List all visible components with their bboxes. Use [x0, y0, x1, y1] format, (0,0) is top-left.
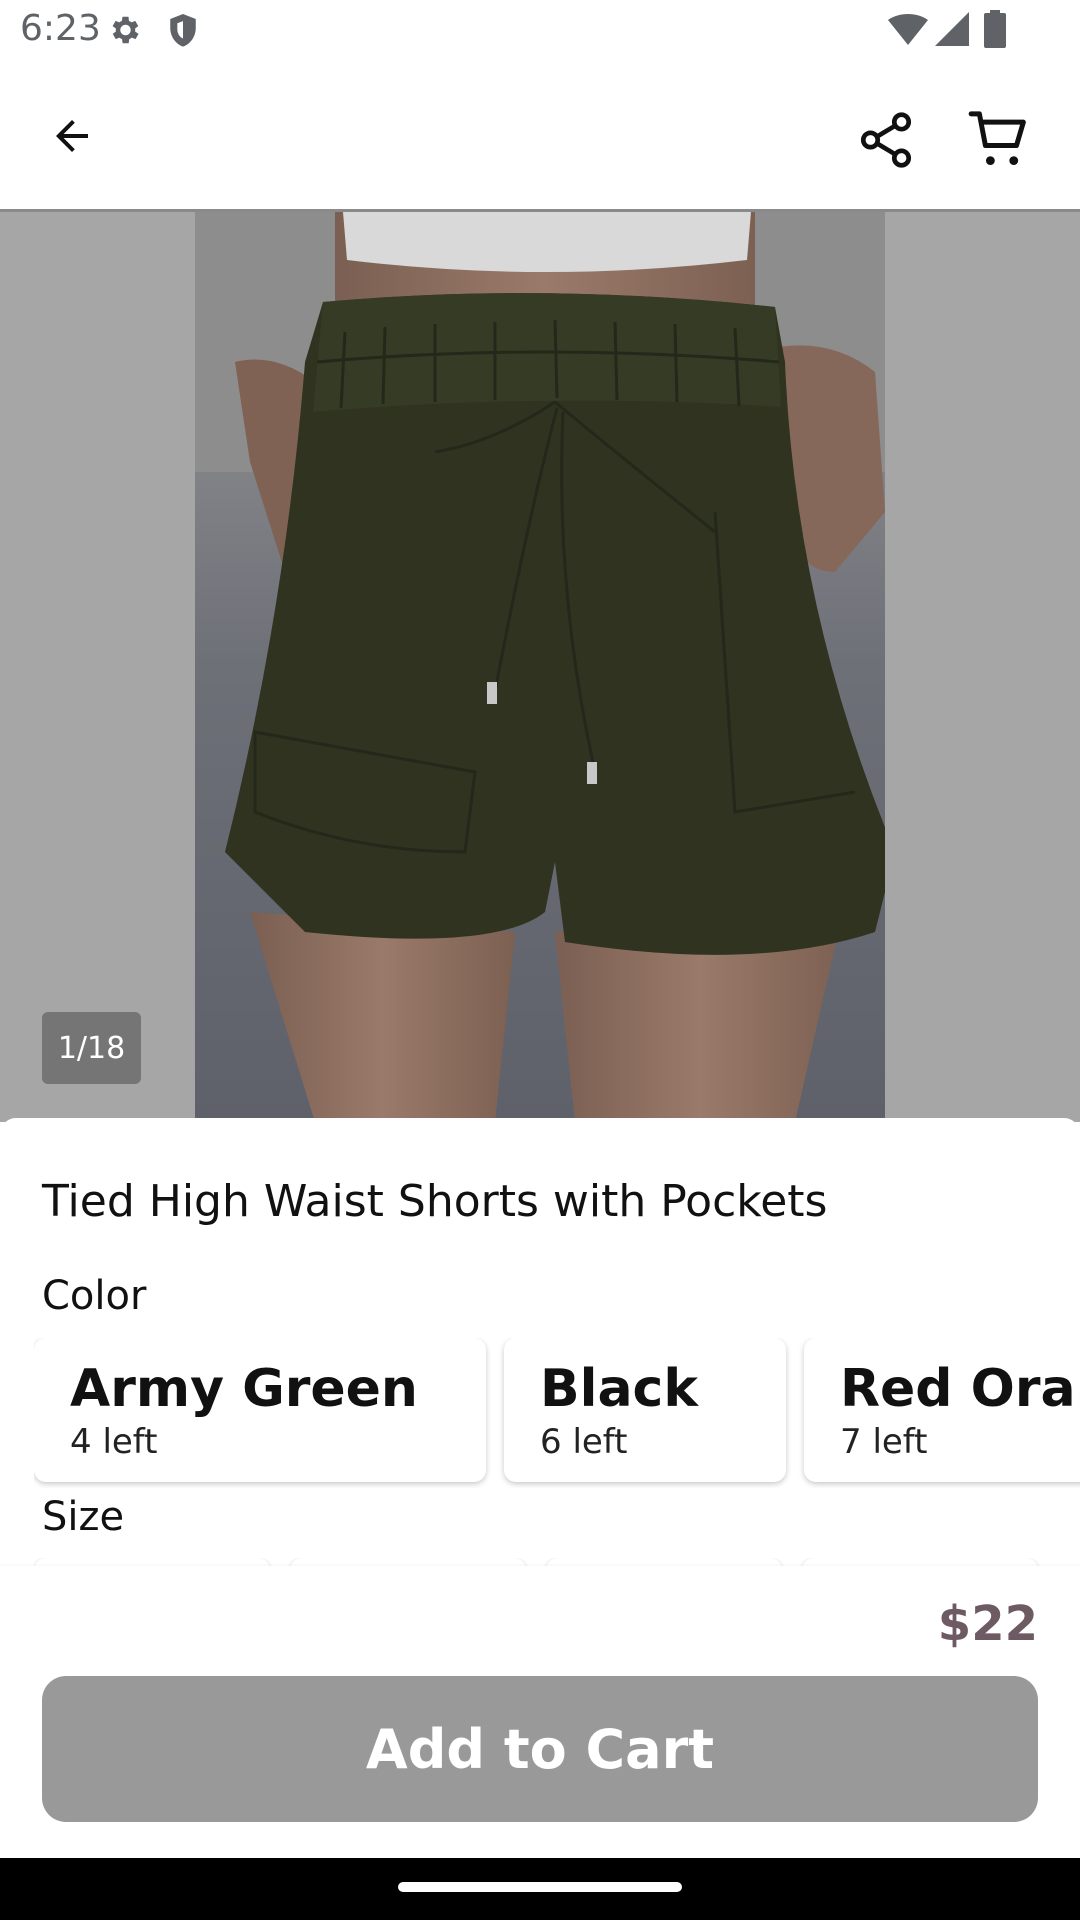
back-button[interactable]	[36, 100, 108, 172]
battery-icon	[984, 10, 1006, 52]
shopping-cart-icon	[968, 111, 1026, 166]
image-counter: 1/18	[42, 1012, 141, 1084]
add-to-cart-button[interactable]: Add to Cart	[42, 1676, 1038, 1822]
color-options: Army Green 4 left Black 6 left Red Orang…	[34, 1338, 1080, 1488]
cart-button[interactable]	[958, 98, 1042, 182]
product-detail-screen: 6:23 1/18 Tied High Waist Shorts with Po…	[0, 0, 1080, 1920]
size-label: Size	[42, 1494, 125, 1540]
product-photo	[195, 212, 885, 1122]
back-arrow-icon	[56, 120, 88, 152]
color-label: Color	[42, 1273, 147, 1319]
product-title: Tied High Waist Shorts with Pockets	[42, 1176, 828, 1227]
shield-icon	[166, 12, 200, 54]
color-option-black[interactable]: Black 6 left	[504, 1338, 786, 1482]
color-stock: 4 left	[70, 1422, 158, 1462]
color-name: Black	[540, 1359, 698, 1419]
top-app-bar	[0, 62, 1080, 210]
status-time: 6:23	[20, 8, 101, 49]
cell-signal-icon	[935, 12, 969, 50]
home-gesture-handle[interactable]	[398, 1882, 682, 1892]
color-name: Army Green	[70, 1359, 418, 1419]
color-name: Red Orange	[840, 1359, 1080, 1419]
wifi-icon	[888, 14, 928, 50]
color-option-army-green[interactable]: Army Green 4 left	[34, 1338, 486, 1482]
color-stock: 6 left	[540, 1422, 628, 1462]
color-stock: 7 left	[840, 1422, 928, 1462]
color-option-red-orange[interactable]: Red Orange 7 left	[804, 1338, 1080, 1482]
share-icon	[860, 112, 912, 168]
system-navigation-bar	[0, 1858, 1080, 1920]
product-image-gallery[interactable]: 1/18	[0, 212, 1080, 1122]
purchase-footer: $22 Add to Cart	[0, 1566, 1080, 1858]
product-price: $22	[937, 1596, 1038, 1652]
settings-gear-icon	[106, 12, 142, 52]
share-button[interactable]	[846, 100, 926, 180]
status-bar: 6:23	[0, 0, 1080, 62]
